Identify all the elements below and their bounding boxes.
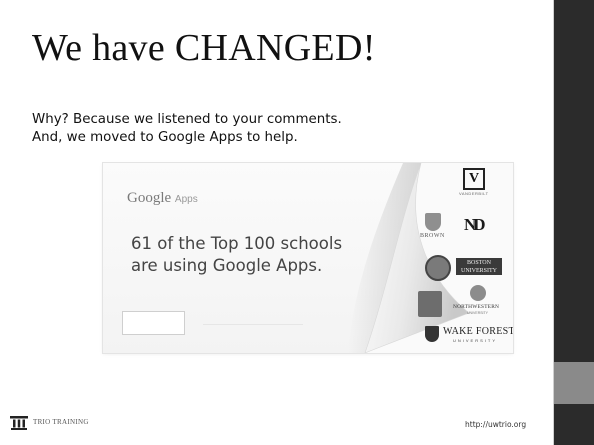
vanderbilt-logo: V <box>463 168 485 190</box>
wake-forest-logo-text: WAKE FOREST <box>443 326 513 337</box>
page-curl-graphic <box>348 163 513 353</box>
wake-forest-shield-icon <box>425 326 439 342</box>
slide-body: Why? Because we listened to your comment… <box>32 111 512 147</box>
body-line-1: Why? Because we listened to your comment… <box>32 112 342 127</box>
footer-url[interactable]: http://uwtrio.org <box>465 420 526 429</box>
university-crest-icon <box>418 291 442 317</box>
body-line-2: And, we moved to Google Apps to help. <box>32 130 298 145</box>
side-accent-block <box>554 362 594 404</box>
trio-pillar-icon <box>10 416 28 430</box>
boston-university-logo: BOSTON UNIVERSITY <box>456 258 502 275</box>
footer-brand: TRIO TRAINING <box>33 418 89 426</box>
brown-logo-text: BROWN <box>420 233 445 239</box>
northwestern-logo-text: NORTHWESTERN <box>453 304 500 310</box>
notre-dame-logo: ND <box>464 215 485 234</box>
wake-forest-sub-text: UNIVERSITY <box>453 338 498 343</box>
university-seal-icon <box>425 255 451 281</box>
vanderbilt-caption: VANDERBILT <box>459 191 489 196</box>
google-apps-ad: Google Apps 61 of the Top 100 schools ar… <box>103 163 513 353</box>
northwestern-seal-icon <box>470 285 486 301</box>
brown-crest-icon <box>425 213 441 231</box>
slide-title: We have CHANGED! <box>32 27 376 69</box>
northwestern-sub-text: UNIVERSITY <box>467 311 489 315</box>
slide: We have CHANGED! Why? Because we listene… <box>0 0 594 445</box>
